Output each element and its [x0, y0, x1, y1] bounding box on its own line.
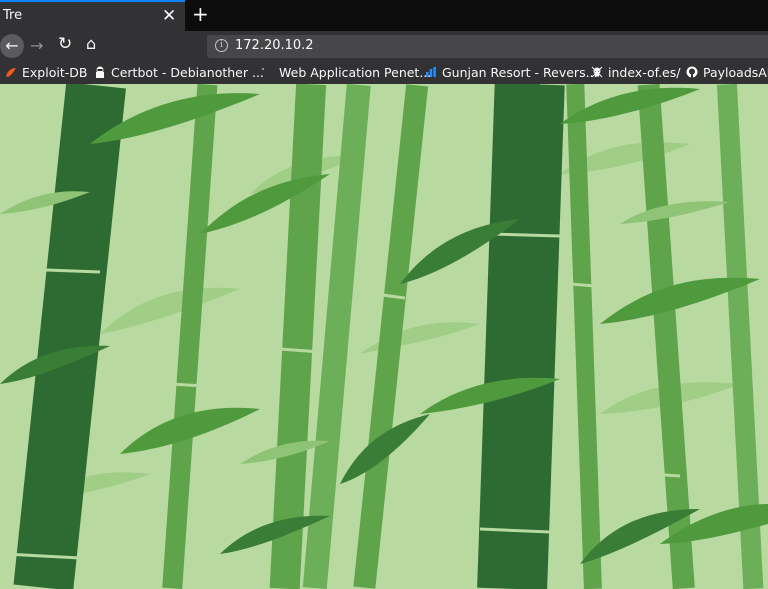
bars-icon: [426, 67, 436, 77]
bookmark-certbot[interactable]: Certbot - Debianother ...: [94, 65, 264, 80]
bookmark-web-app-pentest[interactable]: Web Application Penet...: [262, 65, 431, 80]
bookmark-index-of[interactable]: index-of.es/: [591, 65, 680, 80]
bookmark-gunjan-resort[interactable]: Gunjan Resort - Revers...: [425, 65, 598, 80]
tab-active[interactable]: Tre ✕: [0, 0, 185, 31]
address-bar[interactable]: i 172.20.10.2: [207, 35, 768, 58]
forward-icon[interactable]: →: [30, 36, 43, 55]
bookmark-label: Web Application Penet...: [279, 65, 432, 80]
bookmark-label: Certbot - Debianother ...: [111, 65, 264, 80]
url-text[interactable]: 172.20.10.2: [235, 38, 314, 53]
github-icon: [686, 66, 698, 78]
page-content: [0, 84, 768, 589]
bookmark-exploit-db[interactable]: Exploit-DB: [5, 65, 87, 80]
bamboo-background-image: [0, 84, 768, 589]
bookmarks-bar: Exploit-DB Certbot - Debianother ... Web…: [0, 62, 768, 84]
tab-title: Tre: [3, 8, 23, 23]
close-icon[interactable]: ✕: [162, 6, 176, 26]
exploitdb-icon: [6, 68, 16, 77]
bookmark-label: PayloadsAll: [703, 65, 768, 80]
reload-icon[interactable]: ↻: [58, 34, 72, 54]
page-icon: [262, 68, 264, 70]
bookmark-label: Gunjan Resort - Revers...: [442, 65, 598, 80]
certbot-icon: [96, 66, 104, 78]
skull-icon: [591, 66, 603, 78]
new-tab-button[interactable]: +: [192, 2, 209, 26]
bookmark-payloadsall[interactable]: PayloadsAll: [686, 65, 768, 80]
bookmark-label: index-of.es/: [608, 65, 681, 80]
bookmark-label: Exploit-DB: [22, 65, 88, 80]
back-icon[interactable]: ←: [0, 34, 24, 58]
info-icon[interactable]: i: [215, 39, 228, 52]
tab-strip: Tre ✕ +: [0, 0, 768, 31]
home-icon[interactable]: ⌂: [86, 34, 96, 53]
